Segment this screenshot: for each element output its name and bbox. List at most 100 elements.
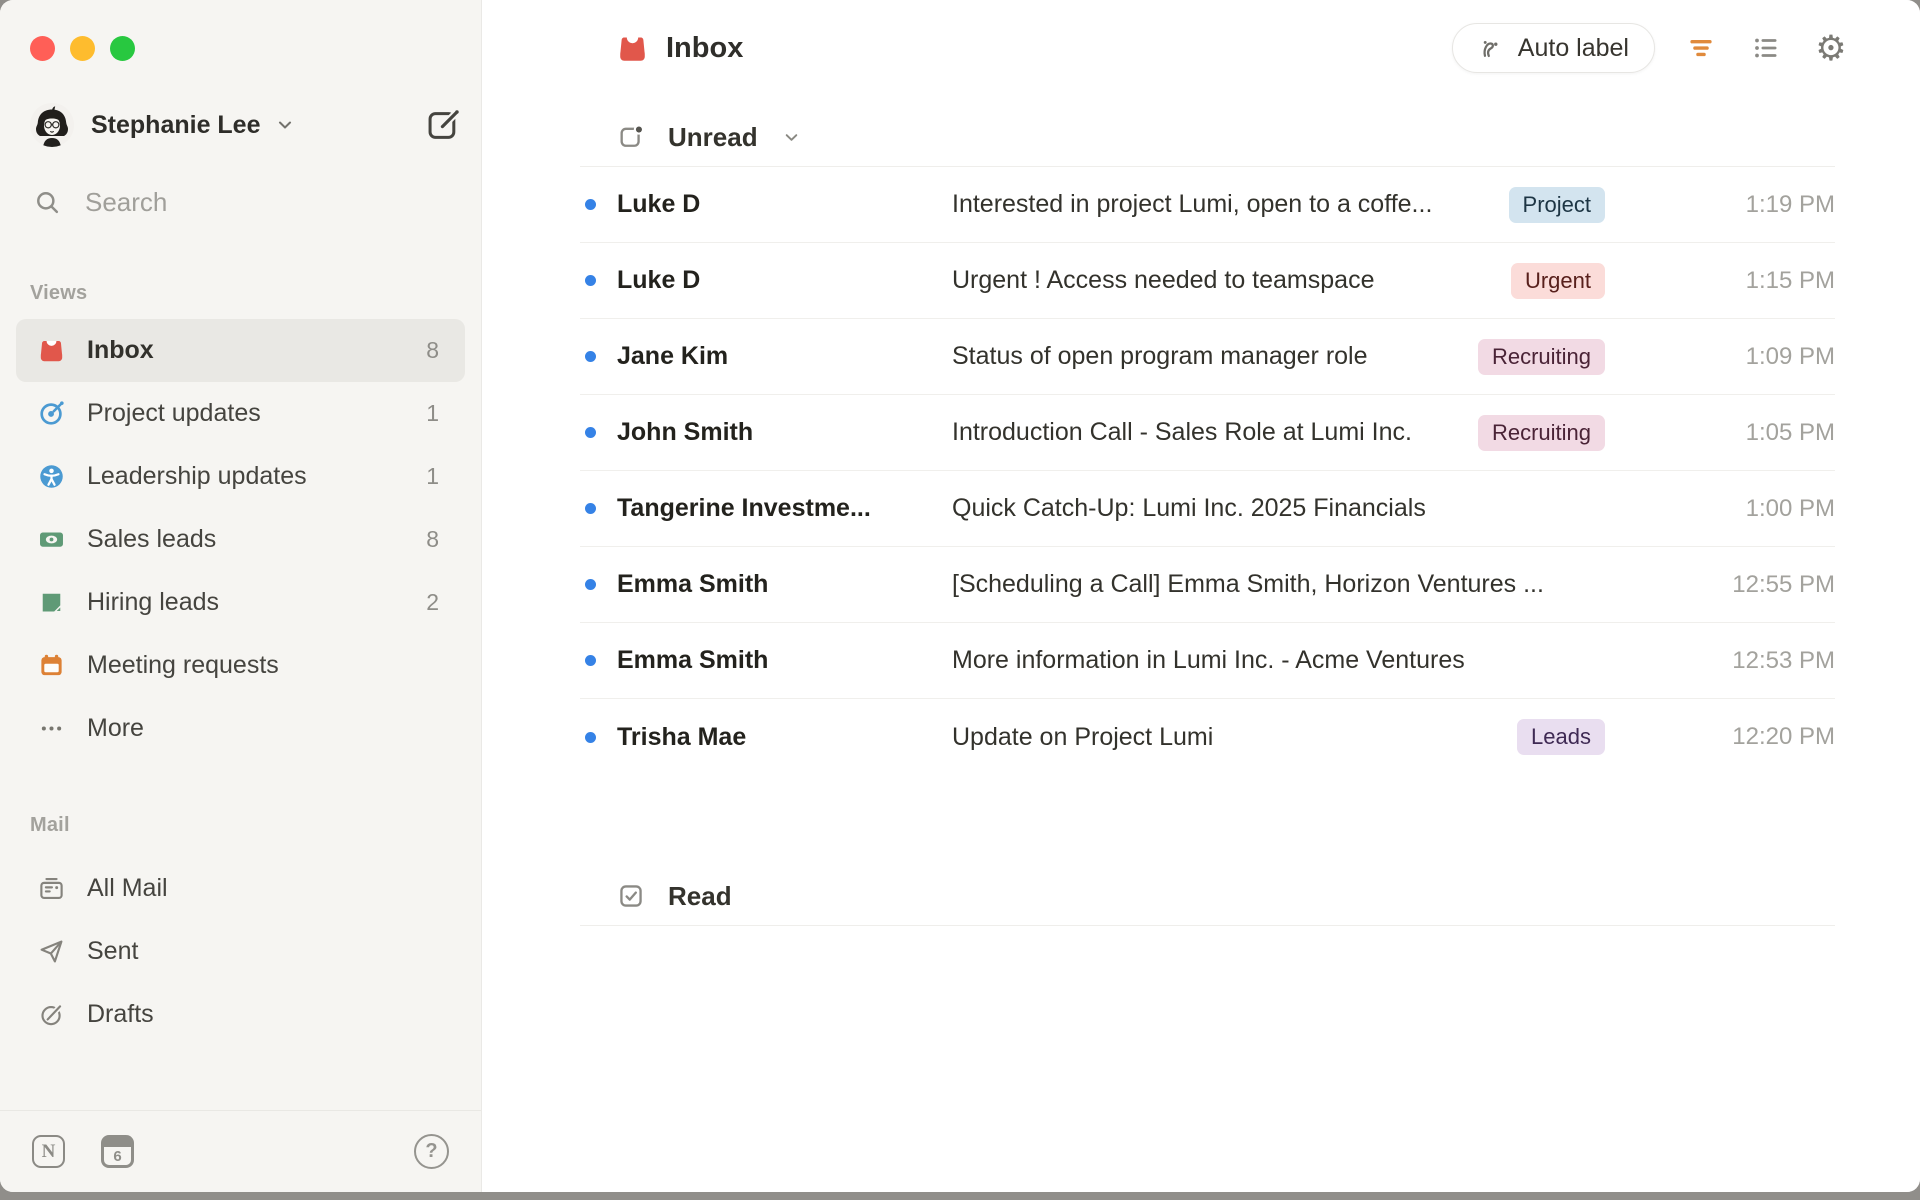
inbox-icon	[38, 337, 65, 364]
email-sender: Tangerine Investme...	[617, 494, 871, 522]
email-subject: Introduction Call - Sales Role at Lumi I…	[952, 418, 1412, 446]
label-badge: Project	[1508, 186, 1605, 223]
divider	[580, 925, 1835, 926]
sidebar-item-label: Inbox	[87, 336, 154, 364]
calendar-icon	[38, 652, 65, 679]
email-sender: Trisha Mae	[617, 722, 747, 751]
label-badge: Leads	[1517, 719, 1605, 755]
sidebar-item-count: 2	[426, 589, 439, 615]
email-row[interactable]: Emma Smith More information in Lumi Inc.…	[580, 623, 1835, 699]
views-section-title: Views	[30, 282, 88, 304]
sidebar-item-label: Drafts	[87, 1000, 154, 1028]
help-icon[interactable]	[414, 1134, 449, 1169]
email-row[interactable]: Trisha Mae Update on Project Lumi Leads …	[580, 699, 1835, 775]
email-row[interactable]: Tangerine Investme... Quick Catch-Up: Lu…	[580, 471, 1835, 547]
label-badge: Urgent	[1510, 262, 1605, 299]
sidebar-item-label: Meeting requests	[87, 651, 279, 679]
unread-section-header[interactable]: Unread	[482, 108, 1920, 166]
auto-label-icon	[1478, 35, 1505, 62]
sidebar-item-count: 8	[426, 526, 439, 552]
sidebar-item-label: Project updates	[87, 399, 261, 427]
sidebar-item-drafts[interactable]: Drafts	[16, 983, 465, 1046]
unread-section-title: Unread	[668, 121, 758, 152]
person-circle-icon	[38, 463, 65, 490]
unread-dot	[585, 275, 596, 286]
sidebar-item-label: Hiring leads	[87, 588, 220, 616]
email-time: 1:00 PM	[1745, 494, 1835, 522]
chevron-down-icon	[274, 114, 296, 136]
note-icon	[38, 589, 65, 616]
email-subject: Status of open program manager role	[952, 342, 1368, 370]
email-row[interactable]: John Smith Introduction Call - Sales Rol…	[580, 395, 1835, 471]
unread-icon	[617, 123, 645, 151]
sidebar-item-leadership-updates[interactable]: Leadership updates 1	[16, 445, 465, 508]
sidebar-item-meeting-requests[interactable]: Meeting requests	[16, 634, 465, 697]
sidebar-item-label: Sales leads	[87, 525, 217, 553]
email-subject: Update on Project Lumi	[952, 722, 1214, 751]
sidebar-item-count: 1	[426, 400, 439, 426]
traffic-light-close[interactable]	[30, 36, 55, 61]
read-section-header[interactable]: Read	[482, 867, 1920, 925]
sidebar: Stephanie Lee Search Views Inbox 8 Proje…	[0, 0, 482, 1192]
email-sender: John Smith	[617, 418, 754, 446]
page-title: Inbox	[666, 31, 744, 64]
calendar-day: 6	[104, 1147, 131, 1165]
unread-dot	[585, 199, 596, 210]
unread-dot	[585, 427, 596, 438]
email-time: 1:05 PM	[1745, 418, 1835, 446]
search-placeholder: Search	[85, 186, 168, 217]
compose-button[interactable]	[423, 104, 465, 146]
sidebar-item-label: Sent	[87, 937, 139, 965]
email-subject: [Scheduling a Call] Emma Smith, Horizon …	[952, 570, 1544, 598]
notion-logo-icon[interactable]	[32, 1135, 65, 1168]
email-row[interactable]: Luke D Interested in project Lumi, open …	[580, 167, 1835, 243]
email-sender: Jane Kim	[617, 342, 729, 370]
traffic-light-minimize[interactable]	[70, 36, 95, 61]
sidebar-item-label: All Mail	[87, 874, 168, 902]
sidebar-item-all-mail[interactable]: All Mail	[16, 857, 465, 920]
chevron-down-icon	[781, 127, 802, 148]
email-row[interactable]: Luke D Urgent ! Access needed to teamspa…	[580, 243, 1835, 319]
account-switcher[interactable]: Stephanie Lee	[30, 101, 465, 149]
views-list: Inbox 8 Project updates 1 Leadership upd…	[16, 319, 465, 760]
email-row[interactable]: Jane Kim Status of open program manager …	[580, 319, 1835, 395]
sidebar-item-hiring-leads[interactable]: Hiring leads 2	[16, 571, 465, 634]
unread-dot	[585, 503, 596, 514]
unread-dot	[585, 655, 596, 666]
sidebar-item-inbox[interactable]: Inbox 8	[16, 319, 465, 382]
sidebar-item-sent[interactable]: Sent	[16, 920, 465, 983]
user-name: Stephanie Lee	[91, 110, 261, 139]
unread-dot	[585, 579, 596, 590]
list-view-button[interactable]	[1747, 29, 1785, 67]
sidebar-item-count: 8	[426, 337, 439, 363]
money-icon	[38, 526, 65, 553]
email-subject: Quick Catch-Up: Lumi Inc. 2025 Financial…	[952, 494, 1426, 522]
auto-label-button[interactable]: Auto label	[1451, 23, 1655, 73]
sidebar-item-project-updates[interactable]: Project updates 1	[16, 382, 465, 445]
sidebar-item-label: Leadership updates	[87, 462, 307, 490]
email-time: 12:53 PM	[1732, 646, 1835, 674]
traffic-light-zoom[interactable]	[110, 36, 135, 61]
email-subject: More information in Lumi Inc. - Acme Ven…	[952, 646, 1465, 674]
sidebar-item-more[interactable]: More	[16, 697, 465, 760]
app-window: Stephanie Lee Search Views Inbox 8 Proje…	[0, 0, 1920, 1192]
email-row[interactable]: Emma Smith [Scheduling a Call] Emma Smit…	[580, 547, 1835, 623]
window-controls	[30, 36, 135, 61]
label-badge: Recruiting	[1477, 414, 1605, 451]
email-time: 1:15 PM	[1745, 266, 1835, 294]
sidebar-item-label: More	[87, 714, 144, 742]
email-sender: Emma Smith	[617, 646, 769, 674]
email-sender: Luke D	[617, 266, 701, 294]
read-section-title: Read	[668, 880, 732, 911]
main-panel: Inbox Auto label Unread	[482, 0, 1920, 1192]
sidebar-item-sales-leads[interactable]: Sales leads 8	[16, 508, 465, 571]
unread-dot	[585, 731, 596, 743]
calendar-app-icon[interactable]: 6	[101, 1135, 134, 1168]
search-input[interactable]: Search	[34, 180, 461, 224]
avatar	[30, 103, 74, 147]
email-list: Luke D Interested in project Lumi, open …	[482, 167, 1920, 775]
settings-button[interactable]	[1812, 29, 1850, 67]
mail-section-title: Mail	[30, 814, 70, 836]
sidebar-footer: 6	[0, 1110, 481, 1192]
filter-button[interactable]	[1682, 29, 1720, 67]
